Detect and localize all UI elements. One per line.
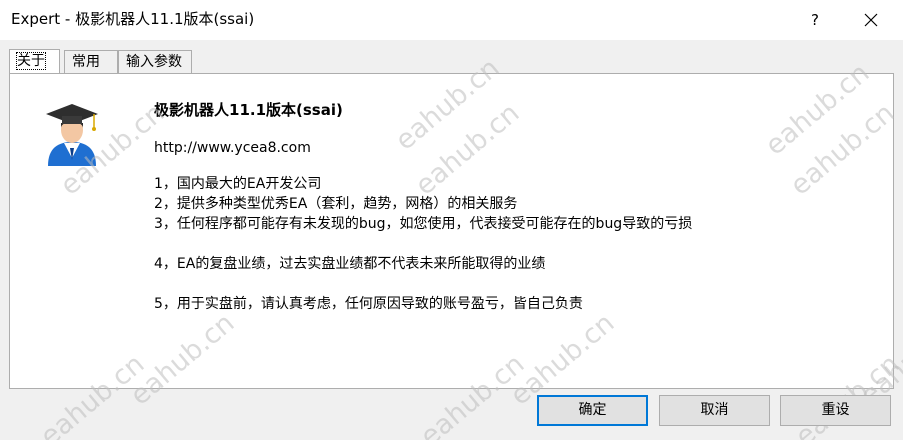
info-line-1: 1，国内最大的EA开发公司 — [154, 176, 322, 192]
info-line-3: 3，任何程序都可能存有未发现的bug，如您使用，代表接受可能存在的bug导致的亏… — [154, 216, 693, 232]
tab-inputs-label: 输入参数 — [126, 54, 182, 70]
tab-about[interactable]: 关于 — [9, 49, 60, 75]
info-line-5: 5，用于实盘前，请认真考虑，任何原因导致的账号盈亏，皆自己负责 — [154, 296, 583, 312]
reset-button[interactable]: 重设 — [780, 395, 891, 426]
about-content: 极影机器人11.1版本(ssai) http://www.ycea8.com 1… — [154, 100, 692, 314]
cancel-button[interactable]: 取消 — [659, 395, 770, 426]
info-line-2: 2，提供多种类型优秀EA（套利，趋势，网格）的相关服务 — [154, 196, 518, 212]
tab-inputs[interactable]: 输入参数 — [118, 50, 192, 74]
graduate-avatar-icon — [46, 104, 98, 166]
tab-common-label: 常用 — [72, 54, 100, 70]
about-panel: 极影机器人11.1版本(ssai) http://www.ycea8.com 1… — [9, 52, 903, 412]
product-title: 极影机器人11.1版本(ssai) — [154, 101, 343, 119]
window-title: Expert - 极影机器人11.1版本(ssai) — [11, 10, 255, 28]
close-button[interactable] — [848, 0, 894, 40]
info-line-4: 4，EA的复盘业绩，过去实盘业绩都不代表未来所能取得的业绩 — [154, 256, 546, 272]
help-button[interactable]: ? — [800, 0, 830, 40]
tab-common[interactable]: 常用 — [64, 50, 118, 74]
tab-about-label: 关于 — [16, 52, 46, 70]
watermark: eahub.cn — [124, 307, 241, 412]
website-link[interactable]: http://www.ycea8.com — [154, 138, 692, 158]
ok-button[interactable]: 确定 — [537, 395, 648, 426]
watermark: eahub.cn — [784, 97, 901, 202]
title-bar: Expert - 极影机器人11.1版本(ssai) ? — [0, 0, 903, 40]
watermark: eahub.cn — [759, 57, 876, 162]
close-icon — [864, 13, 878, 27]
